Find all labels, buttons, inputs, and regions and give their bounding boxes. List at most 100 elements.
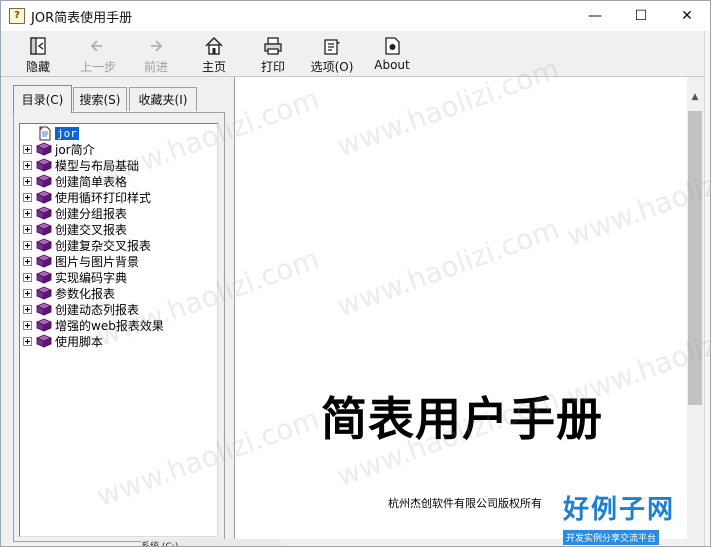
help-window: ? JOR简表使用手册 — ☐ ✕ 隐藏 上一步 前进 主页 打印 选项(O) … — [0, 0, 711, 547]
tab-favorites[interactable]: 收藏夹(I) — [129, 87, 197, 111]
tree-item-label: jor简介 — [55, 142, 95, 157]
options-button[interactable]: 选项(O) — [306, 33, 358, 75]
tree-item-model-layout[interactable]: 模型与布局基础 — [20, 157, 139, 173]
tree-item-label: 增强的web报表效果 — [55, 318, 164, 333]
back-button[interactable]: 上一步 — [72, 33, 124, 75]
navigation-pane: 目录(C) 搜索(S) 收藏夹(I) jor jor简介 模型与布局基础 创建简… — [1, 77, 230, 546]
book-icon — [36, 254, 52, 268]
background-window-edge — [704, 31, 710, 546]
tree-item-scripts[interactable]: 使用脚本 — [20, 333, 103, 349]
expand-icon[interactable] — [23, 272, 32, 282]
book-icon — [36, 206, 52, 220]
scroll-up-icon[interactable]: ▲ — [687, 89, 703, 105]
forward-label: 前进 — [143, 60, 168, 74]
tree-item-label: jor — [55, 126, 79, 140]
print-button[interactable]: 打印 — [247, 33, 299, 75]
tree-item-label: 使用脚本 — [55, 334, 104, 349]
content-scrollbar[interactable]: ▲ — [687, 87, 703, 539]
about-icon — [385, 37, 400, 55]
tree-item-images[interactable]: 图片与图片背景 — [20, 253, 139, 269]
options-label: 选项(O) — [310, 60, 354, 74]
logo-main-text: 好例子网 — [563, 495, 676, 525]
book-icon — [36, 190, 52, 204]
close-button[interactable]: ✕ — [664, 1, 710, 31]
toolbar: 隐藏 上一步 前进 主页 打印 选项(O) About — [1, 31, 710, 77]
print-label: 打印 — [260, 60, 285, 74]
expand-icon[interactable] — [23, 256, 32, 266]
document-title: 简表用户手册 — [321, 392, 603, 446]
expand-icon[interactable] — [23, 192, 32, 202]
home-icon — [205, 36, 223, 55]
title-bar: ? JOR简表使用手册 — ☐ ✕ — [1, 1, 710, 31]
tree-item-cross-report[interactable]: 创建交叉报表 — [20, 221, 127, 237]
home-label: 主页 — [201, 60, 226, 74]
tree-item-jor[interactable]: jor — [38, 125, 79, 141]
expand-icon[interactable] — [23, 160, 32, 170]
tree-item-label: 图片与图片背景 — [55, 254, 140, 269]
tree-item-label: 创建分组报表 — [55, 206, 128, 221]
expand-icon[interactable] — [23, 320, 32, 330]
tree-item-label: 实现编码字典 — [55, 270, 128, 285]
expand-icon[interactable] — [23, 144, 32, 154]
tab-favorites-label: 收藏夹(I) — [138, 93, 188, 107]
tree-item-label: 参数化报表 — [55, 286, 116, 301]
hide-icon — [30, 37, 46, 55]
tree-item-web-effects[interactable]: 增强的web报表效果 — [20, 317, 164, 333]
document-icon — [39, 126, 51, 140]
expand-icon[interactable] — [23, 336, 32, 346]
tree-item-simple-table[interactable]: 创建简单表格 — [20, 173, 127, 189]
content-pane: 简表用户手册 杭州杰创软件有限公司版权所有 — [234, 77, 687, 539]
about-button[interactable]: About — [366, 33, 418, 75]
printer-icon — [264, 37, 282, 55]
hide-button[interactable]: 隐藏 — [12, 33, 64, 75]
book-icon — [36, 174, 52, 188]
minimize-button[interactable]: — — [572, 1, 618, 31]
expand-icon[interactable] — [23, 208, 32, 218]
background-taskbar-peek: 系统 (C:) — [141, 539, 281, 546]
logo-sub-text: 开发实例分享交流平台 — [563, 530, 660, 545]
back-arrow-icon — [90, 40, 102, 52]
tab-search[interactable]: 搜索(S) — [73, 87, 127, 111]
expand-icon[interactable] — [23, 288, 32, 298]
tab-contents[interactable]: 目录(C) — [13, 85, 72, 113]
tree-item-label: 创建复杂交叉报表 — [55, 238, 152, 253]
tree-item-jor-intro[interactable]: jor简介 — [20, 141, 95, 157]
contents-tree[interactable]: jor jor简介 模型与布局基础 创建简单表格 使用循环打印样式 创建分组报表… — [19, 123, 218, 537]
expand-icon[interactable] — [23, 240, 32, 250]
tree-item-label: 创建交叉报表 — [55, 222, 128, 237]
tree-item-group-report[interactable]: 创建分组报表 — [20, 205, 127, 221]
scrollbar-thumb[interactable] — [688, 111, 702, 405]
tree-item-label: 模型与布局基础 — [55, 158, 140, 173]
book-icon — [36, 286, 52, 300]
tab-search-label: 搜索(S) — [79, 93, 121, 107]
tree-item-code-dict[interactable]: 实现编码字典 — [20, 269, 127, 285]
back-label: 上一步 — [79, 60, 116, 74]
copyright-text: 杭州杰创软件有限公司版权所有 — [388, 497, 542, 510]
site-logo: 好例子网 开发实例分享交流平台 — [563, 489, 685, 545]
book-icon — [36, 158, 52, 172]
tree-item-loop-print[interactable]: 使用循环打印样式 — [20, 189, 151, 205]
tree-item-complex-cross[interactable]: 创建复杂交叉报表 — [20, 237, 151, 253]
book-icon — [36, 142, 52, 156]
options-icon — [324, 39, 340, 55]
book-icon — [36, 222, 52, 236]
book-icon — [36, 334, 52, 348]
book-icon — [36, 238, 52, 252]
contents-panel: jor jor简介 模型与布局基础 创建简单表格 使用循环打印样式 创建分组报表… — [13, 112, 225, 542]
about-label: About — [374, 58, 410, 72]
tree-item-dynamic-columns[interactable]: 创建动态列报表 — [20, 301, 139, 317]
tree-item-label: 创建动态列报表 — [55, 302, 140, 317]
expand-icon[interactable] — [23, 176, 32, 186]
book-icon — [36, 270, 52, 284]
tab-contents-label: 目录(C) — [21, 93, 64, 107]
help-app-icon: ? — [9, 8, 25, 24]
window-title: JOR简表使用手册 — [31, 10, 133, 26]
book-icon — [36, 302, 52, 316]
home-button[interactable]: 主页 — [188, 33, 240, 75]
expand-icon[interactable] — [23, 304, 32, 314]
hide-label: 隐藏 — [25, 60, 50, 74]
tree-item-param-report[interactable]: 参数化报表 — [20, 285, 115, 301]
forward-button[interactable]: 前进 — [130, 33, 182, 75]
maximize-button[interactable]: ☐ — [618, 1, 664, 31]
expand-icon[interactable] — [23, 224, 32, 234]
